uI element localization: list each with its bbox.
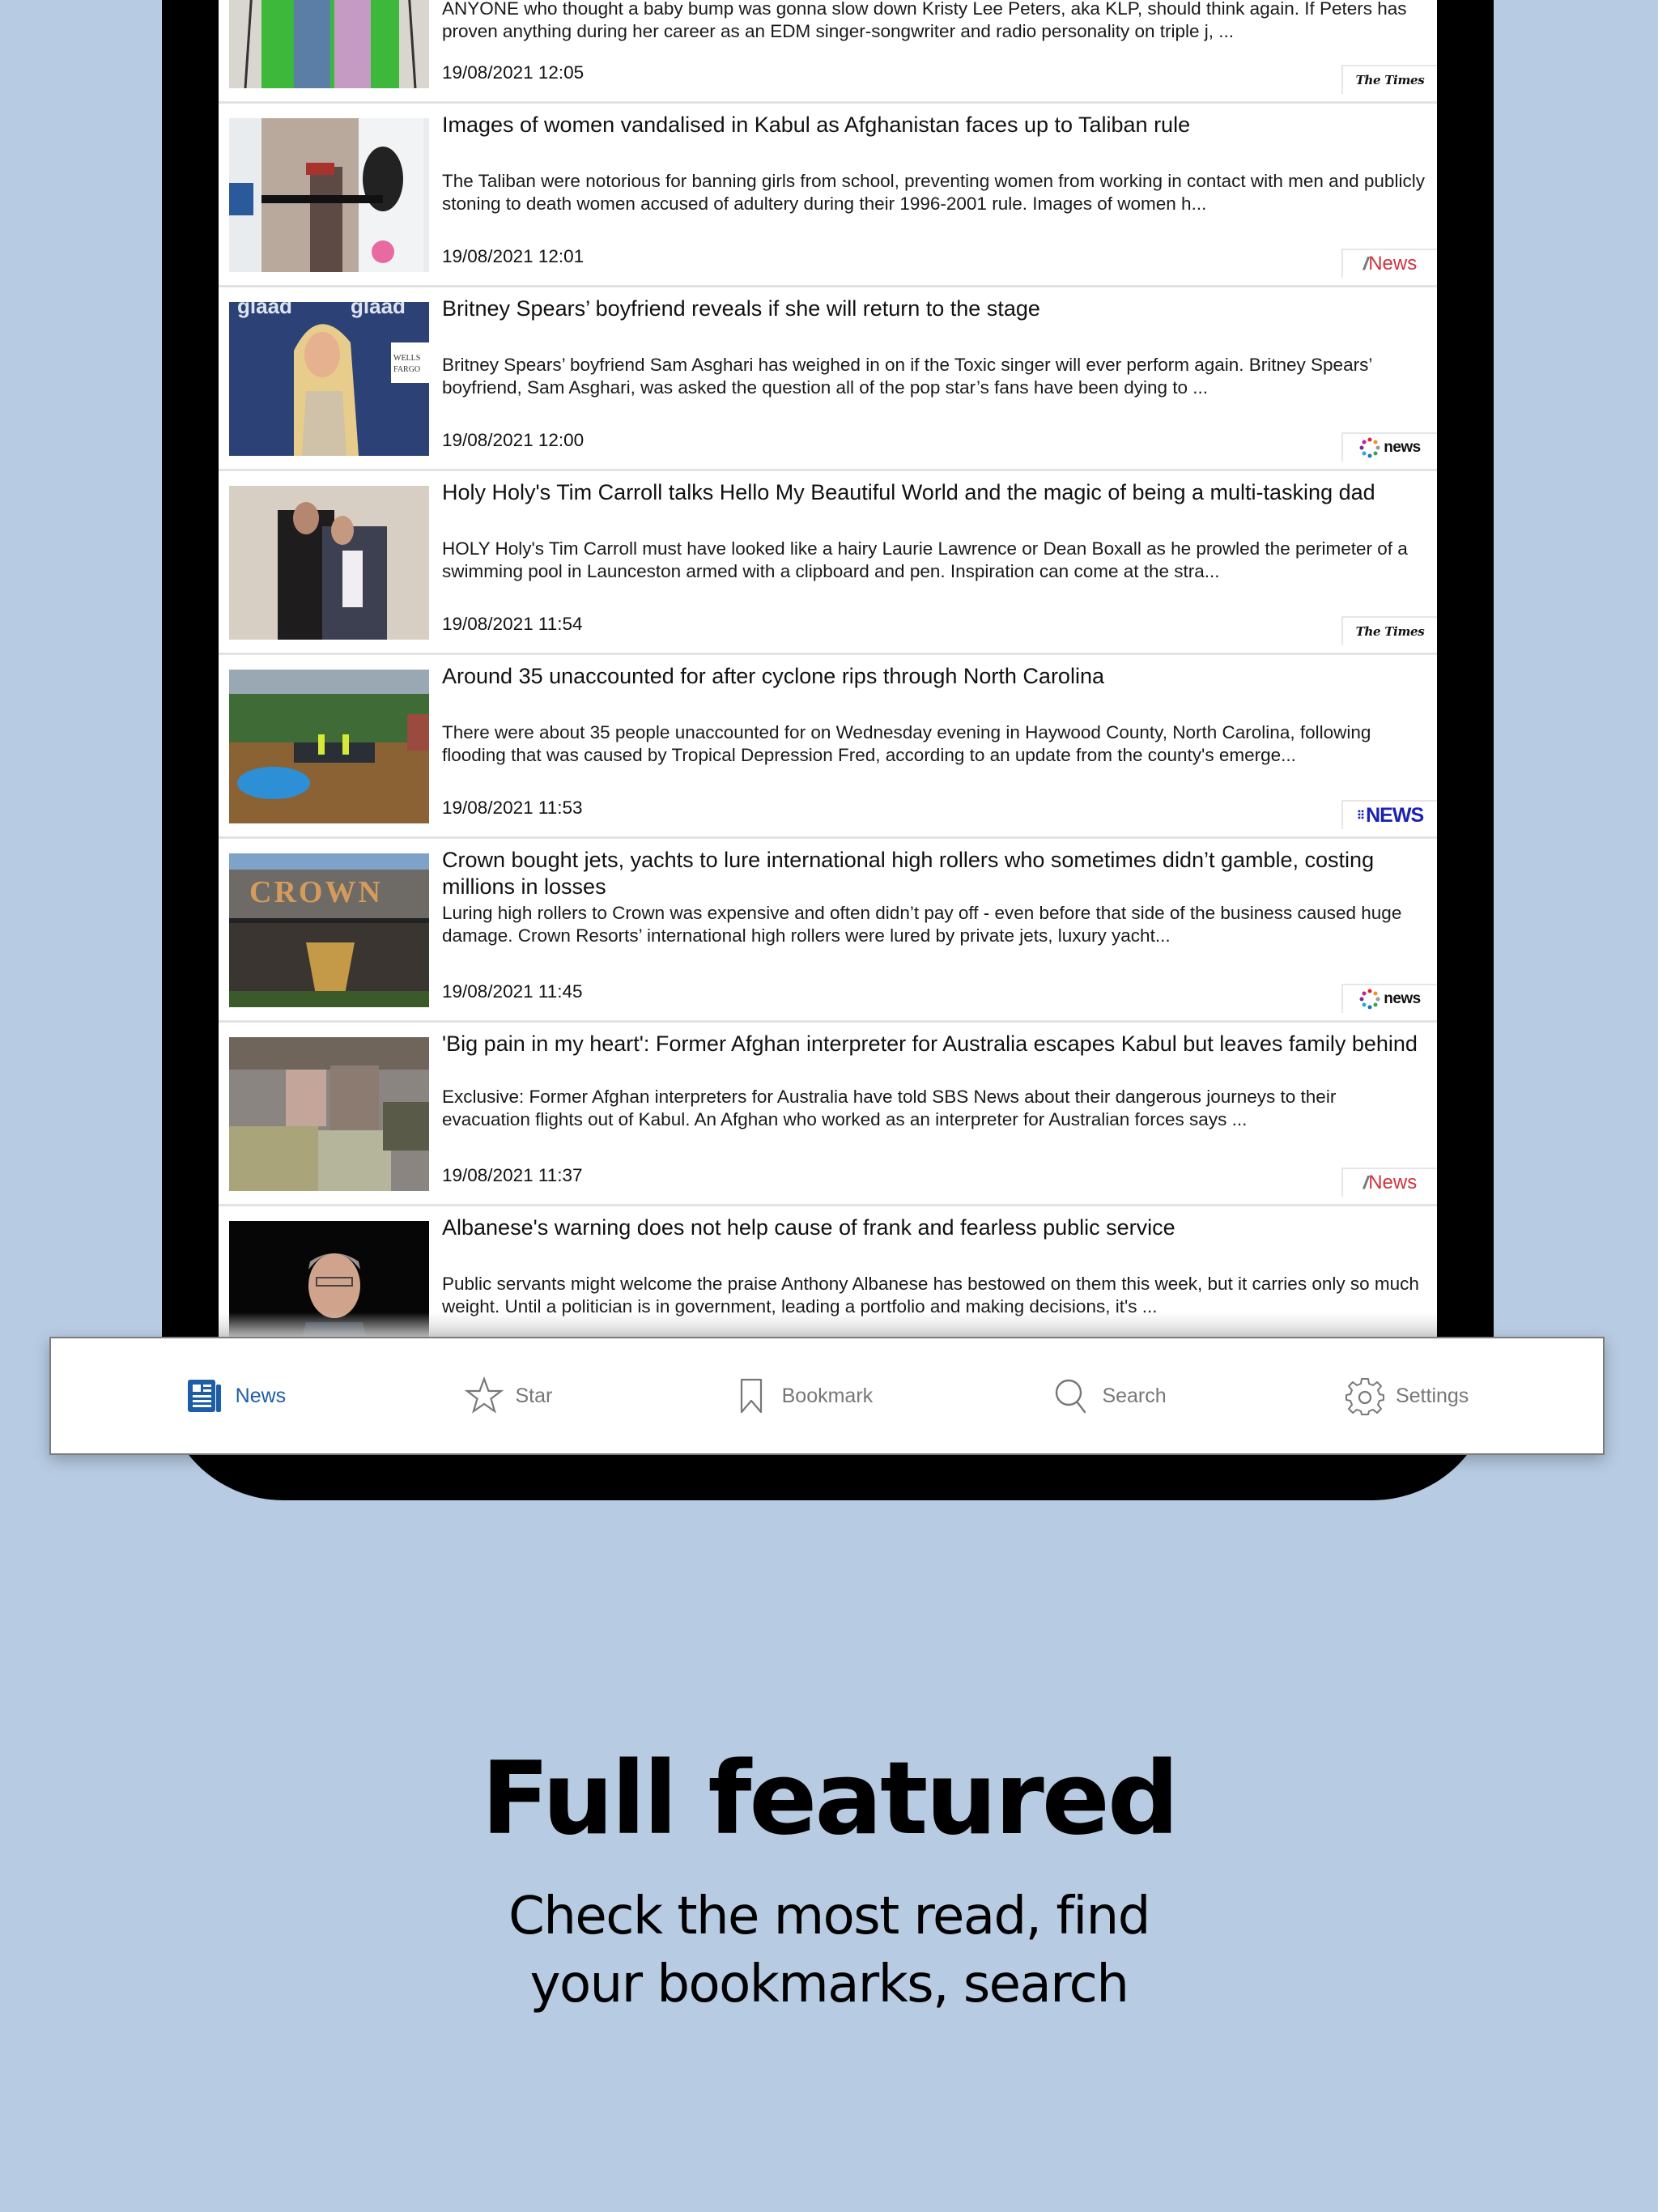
tab-label: News: [235, 1384, 287, 1407]
article-summary: There were about 35 people unaccounted f…: [442, 722, 1371, 765]
tab-search[interactable]: Search: [1052, 1376, 1167, 1415]
7news-logo: news: [1359, 989, 1421, 1010]
source-badge-9news: ⠿ NEWS: [1341, 800, 1437, 829]
article-summary: Luring high rollers to Crown was expensi…: [442, 903, 1402, 946]
promo-subline: Check the most read, find your bookmarks…: [0, 1882, 1658, 2018]
tab-settings[interactable]: Settings: [1345, 1376, 1469, 1415]
newspaper-icon: [187, 1380, 221, 1412]
promo-subline-line-2: your bookmarks, search: [529, 1955, 1129, 2014]
article-timestamp: 19/08/2021 11:53: [442, 798, 583, 818]
article-thumbnail: [229, 1037, 429, 1191]
svg-text:WELLS: WELLS: [393, 354, 420, 363]
article-row[interactable]: Images of women vandalised in Kabul as A…: [219, 104, 1437, 287]
article-thumbnail: glaad glaad WELLS FARGO: [229, 302, 429, 456]
article-summary: ANYONE who thought a baby bump was gonna…: [442, 0, 1407, 41]
svg-text:CROWN: CROWN: [249, 875, 383, 909]
svg-text:glaad: glaad: [237, 302, 292, 318]
the-times-logo: The Times: [1355, 73, 1425, 87]
article-thumbnail: [229, 0, 429, 88]
sbs-news-logo: ////News: [1363, 1172, 1418, 1193]
7news-logo: news: [1359, 437, 1421, 458]
article-timestamp: 19/08/2021 11:45: [442, 981, 583, 1002]
article-row[interactable]: ANYONE who thought a baby bump was gonna…: [219, 0, 1437, 104]
tab-label: Star: [515, 1384, 553, 1407]
article-thumbnail: [229, 486, 429, 640]
article-thumbnail: [229, 118, 429, 272]
article-summary: Exclusive: Former Afghan interpreters fo…: [442, 1087, 1337, 1129]
article-summary: Public servants might welcome the praise…: [442, 1274, 1419, 1317]
article-summary: HOLY Holy's Tim Carroll must have looked…: [442, 538, 1408, 581]
article-thumbnail: CROWN: [229, 853, 429, 1007]
article-timestamp: 19/08/2021 12:00: [442, 430, 585, 450]
7news-ring-icon: [1359, 989, 1380, 1010]
tab-news[interactable]: News: [185, 1376, 287, 1415]
article-timestamp: 19/08/2021 12:05: [442, 62, 585, 83]
article-title[interactable]: Holy Holy's Tim Carroll talks Hello My B…: [442, 479, 1427, 506]
article-row[interactable]: Around 35 unaccounted for after cyclone …: [219, 655, 1437, 839]
tab-label: Settings: [1395, 1384, 1469, 1407]
bookmark-icon: [740, 1378, 762, 1414]
gear-icon: [1345, 1378, 1384, 1415]
star-icon: [465, 1376, 504, 1414]
article-row[interactable]: glaad glaad WELLS FARGO Britney Spears’ …: [219, 287, 1437, 471]
article-timestamp: 19/08/2021 11:37: [442, 1165, 583, 1185]
promo-subline-line-1: Check the most read, find: [508, 1887, 1150, 1946]
tab-bookmark[interactable]: Bookmark: [732, 1376, 874, 1415]
sbs-news-logo: ////News: [1363, 253, 1418, 274]
promo-headline: Full featured: [481, 1741, 1179, 1857]
article-title[interactable]: Images of women vandalised in Kabul as A…: [442, 112, 1427, 138]
article-timestamp: 19/08/2021 12:01: [442, 246, 585, 266]
svg-text:glaad: glaad: [351, 302, 406, 318]
article-summary: The Taliban were notorious for banning g…: [442, 171, 1425, 214]
source-badge-7news: news: [1341, 984, 1437, 1013]
source-badge-sbs-news: ////News: [1341, 249, 1437, 278]
tab-label: Search: [1102, 1384, 1167, 1407]
source-badge-the-times: The Times: [1341, 616, 1437, 645]
article-title[interactable]: Britney Spears’ boyfriend reveals if she…: [442, 296, 1427, 322]
source-badge-7news: news: [1341, 432, 1437, 462]
source-badge-the-times: The Times: [1341, 65, 1437, 94]
article-title[interactable]: Crown bought jets, yachts to lure intern…: [442, 847, 1427, 900]
tab-label: Bookmark: [781, 1384, 874, 1407]
article-title[interactable]: Albanese's warning does not help cause o…: [442, 1214, 1427, 1241]
article-title[interactable]: 'Big pain in my heart': Former Afghan in…: [442, 1031, 1427, 1057]
7news-ring-icon: [1359, 437, 1380, 458]
news-feed[interactable]: ANYONE who thought a baby bump was gonna…: [219, 0, 1437, 1337]
article-summary: Britney Spears’ boyfriend Sam Asghari ha…: [442, 355, 1372, 398]
article-row[interactable]: 'Big pain in my heart': Former Afghan in…: [219, 1023, 1437, 1206]
source-badge-sbs-news: ////News: [1341, 1168, 1437, 1197]
article-row[interactable]: Albanese's warning does not help cause o…: [219, 1206, 1437, 1337]
article-timestamp: 19/08/2021 11:54: [442, 614, 583, 634]
article-title[interactable]: Around 35 unaccounted for after cyclone …: [442, 663, 1427, 690]
9news-logo: ⠿ NEWS: [1356, 803, 1424, 827]
tab-star[interactable]: Star: [465, 1376, 552, 1415]
svg-text:FARGO: FARGO: [393, 365, 420, 374]
the-times-logo: The Times: [1355, 624, 1425, 639]
tab-bar: News Star Bookmark Search Settings: [49, 1337, 1605, 1455]
article-row[interactable]: CROWN Crown bought jets, yachts to lure …: [219, 839, 1437, 1023]
article-thumbnail: [229, 670, 429, 823]
article-row[interactable]: Holy Holy's Tim Carroll talks Hello My B…: [219, 471, 1437, 655]
article-thumbnail: [229, 1221, 429, 1337]
search-icon: [1056, 1379, 1086, 1414]
9news-dots-icon: ⠿: [1356, 808, 1365, 822]
